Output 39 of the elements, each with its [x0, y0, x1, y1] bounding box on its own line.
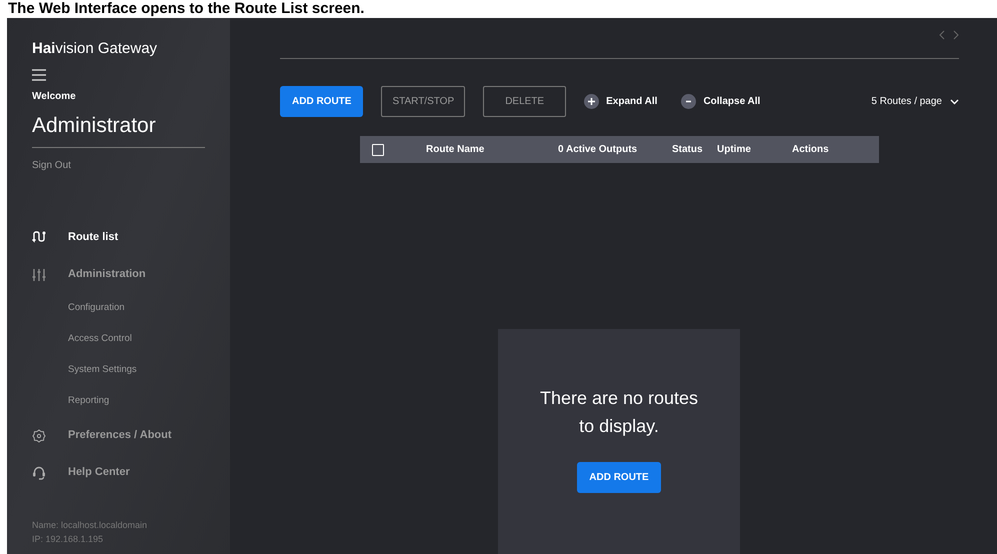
sidebar-item[interactable]: System Settings: [32, 355, 205, 386]
plus-icon: [584, 94, 600, 109]
user-name: Administrator: [32, 112, 157, 138]
column-header: 0 Active Outputs: [558, 143, 638, 157]
headset-icon: [32, 466, 46, 480]
column-header: Status: [672, 143, 704, 157]
caret-icon: [950, 98, 959, 104]
route-icon: [32, 230, 46, 244]
expand-all-button[interactable]: Expand All: [584, 94, 658, 109]
column-header: Actions: [792, 143, 829, 157]
collapse-all-button[interactable]: Collapse All: [681, 94, 760, 109]
sidebar-item[interactable]: Configuration: [32, 293, 205, 324]
gear-icon: [32, 428, 46, 442]
brand-title: Haivision Gateway: [32, 39, 158, 59]
sidebar-item[interactable]: Access Control: [32, 324, 205, 355]
delete-button[interactable]: DELETE: [483, 86, 566, 117]
sidebar-item[interactable]: Route list: [32, 219, 205, 256]
caption: The Web Interface opens to the Route List screen.: [8, 0, 364, 18]
column-header: Route Name: [426, 143, 486, 157]
sidebar-item[interactable]: Help Center: [32, 454, 205, 491]
add-route-button[interactable]: ADD ROUTE: [577, 462, 661, 493]
start-stop-button[interactable]: START/STOP: [381, 86, 466, 117]
sidebar-item[interactable]: Administration: [32, 256, 205, 293]
menu-icon[interactable]: [32, 68, 46, 80]
sidebar-item[interactable]: Preferences / About: [32, 417, 205, 454]
welcome-label: Welcome: [32, 90, 77, 104]
sign-out-link[interactable]: Sign Out: [32, 158, 205, 173]
right-chevron-icon[interactable]: [953, 30, 959, 40]
select-all-checkbox[interactable]: [372, 144, 384, 156]
add-route-button[interactable]: ADD ROUTE: [280, 86, 364, 117]
sliders-icon: [32, 268, 46, 282]
sidebar-item[interactable]: Reporting: [32, 386, 205, 417]
left-chevron-icon[interactable]: [939, 30, 945, 40]
device-info: Name: localhost.localdomain: [32, 519, 148, 532]
device-info: IP: 192.168.1.195: [32, 533, 104, 546]
minus-icon: [681, 94, 696, 109]
per-page-dropdown[interactable]: 5 Routes / page: [871, 94, 959, 109]
empty-message: There are no routes to display.: [538, 387, 700, 438]
column-header: Uptime: [717, 143, 752, 157]
